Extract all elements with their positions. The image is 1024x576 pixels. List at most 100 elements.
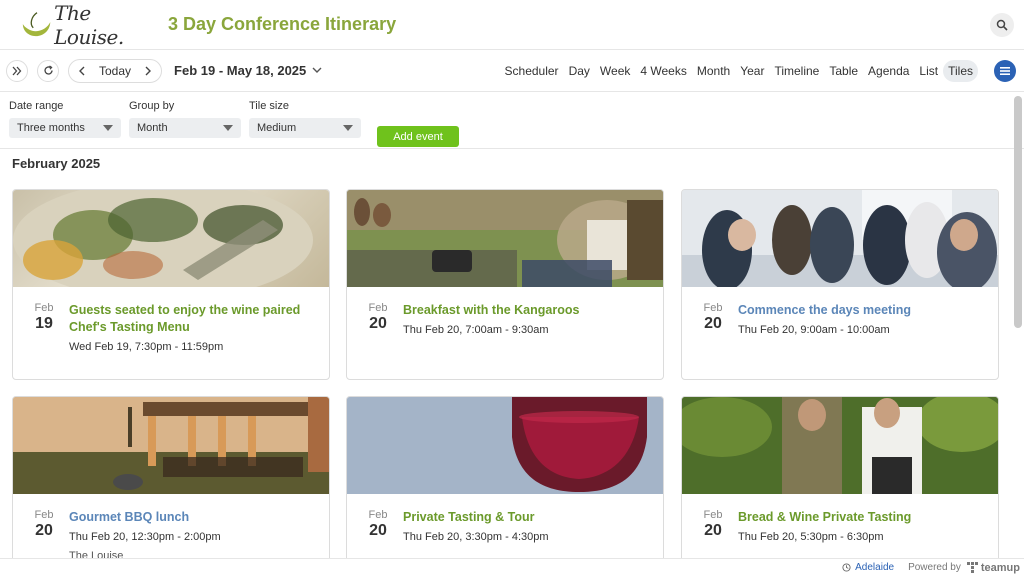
event-tile-body: Feb 19 Guests seated to enjoy the wine p… [13,287,329,379]
logo[interactable]: The Louise. [20,1,160,49]
event-details: Guests seated to enjoy the wine paired C… [69,302,329,379]
event-details: Breakfast with the Kangaroos Thu Feb 20,… [403,302,663,379]
event-time: Wed Feb 19, 7:30pm - 11:59pm [69,341,224,353]
footer: Adelaide Powered by teamup [0,558,1024,576]
event-tile[interactable]: Feb 19 Guests seated to enjoy the wine p… [12,189,330,380]
event-title: Guests seated to enjoy the wine paired C… [69,303,301,334]
next-button[interactable] [139,66,157,76]
logo-text: The Louise. [54,0,124,49]
event-details: Commence the days meeting Thu Feb 20, 9:… [738,302,998,379]
business-meeting-image [682,190,998,287]
pergola-terrace-image [13,397,329,494]
timezone-link[interactable]: Adelaide [842,562,894,573]
timezone-label: Adelaide [855,562,895,573]
group-by-filter-label: Group by [129,100,175,112]
caret-down-icon [343,125,353,131]
teamup-brand-text: teamup [980,561,1020,574]
search-icon [996,19,1008,31]
event-day: 20 [369,315,387,332]
view-timeline[interactable]: Timeline [769,60,824,82]
group-by-filter: Group by Month [129,100,241,138]
date-range-filter-label: Date range [9,100,64,112]
event-title: Breakfast with the Kangaroos [403,303,580,317]
event-time: Thu Feb 20, 12:30pm - 2:00pm [69,531,221,543]
expand-sidebar-button[interactable] [6,59,28,82]
event-day: 20 [35,522,53,539]
date-range-select[interactable]: Three months [9,118,121,138]
vineyard-tasting-image [682,397,998,494]
event-day: 20 [704,315,722,332]
add-event-button[interactable]: Add event [377,126,459,147]
search-button[interactable] [990,12,1014,37]
event-image-bbq [13,397,329,494]
teamup-brand-link[interactable]: teamup [966,561,1020,574]
event-image-wine-glass [347,397,663,494]
view-agenda[interactable]: Agenda [863,60,914,82]
event-title: Commence the days meeting [738,303,911,317]
view-scheduler[interactable]: Scheduler [500,60,564,82]
chevron-down-icon [312,67,322,73]
date-range-select-value: Three months [17,122,85,134]
today-button[interactable]: Today [91,64,139,78]
view-switcher: Scheduler Day Week 4 Weeks Month Year Ti… [500,59,1016,82]
event-month: Feb [34,509,54,521]
group-by-select[interactable]: Month [129,118,241,138]
event-tile[interactable]: Feb 20 Bread & Wine Private Tasting Thu … [681,396,999,576]
dish-image [13,190,313,287]
caret-down-icon [223,125,233,131]
app-header: The Louise. 3 Day Conference Itinerary [0,0,1024,50]
powered-by-label: Powered by [908,562,961,573]
month-group-title: February 2025 [12,156,101,171]
tile-size-filter: Tile size Medium [249,100,361,138]
event-month: Feb [703,509,723,521]
view-tiles[interactable]: Tiles [943,59,978,82]
event-date: Feb 20 [361,302,395,379]
view-list[interactable]: List [914,60,943,82]
date-range-label: Feb 19 - May 18, 2025 [174,63,307,78]
refresh-button[interactable] [37,59,59,82]
event-tile[interactable]: Feb 20 Commence the days meeting Thu Feb… [681,189,999,380]
clock-icon [842,563,851,572]
tile-size-filter-label: Tile size [249,100,289,112]
view-year[interactable]: Year [735,60,769,82]
kangaroo-picnic-image [347,190,663,287]
main-menu-button[interactable] [994,59,1016,82]
view-day[interactable]: Day [564,60,595,82]
hamburger-menu-icon [1000,66,1010,75]
event-tile[interactable]: Feb 20 Breakfast with the Kangaroos Thu … [346,189,664,380]
event-time: Thu Feb 20, 3:30pm - 4:30pm [403,531,549,543]
view-week[interactable]: Week [595,60,635,82]
double-chevron-right-icon [12,66,22,75]
group-by-select-value: Month [137,122,168,134]
event-title: Bread & Wine Private Tasting [738,510,912,524]
event-month: Feb [368,509,388,521]
tile-filters: Date range Three months Group by Month T… [0,92,1024,149]
event-day: 20 [369,522,387,539]
caret-down-icon [103,125,113,131]
vertical-scrollbar[interactable] [1014,96,1022,328]
event-month: Feb [34,302,54,314]
date-range-picker[interactable]: Feb 19 - May 18, 2025 [174,63,322,78]
event-day: 20 [704,522,722,539]
leaf-logo-icon [22,11,51,36]
calendar-toolbar: Today Feb 19 - May 18, 2025 Scheduler Da… [0,50,1024,92]
event-day: 19 [35,315,53,332]
event-image-vineyard [682,397,998,494]
event-image-kangaroos [347,190,663,287]
teamup-logo-icon [966,562,978,573]
event-tile[interactable]: Feb 20 Gourmet BBQ lunch Thu Feb 20, 12:… [12,396,330,576]
view-4-weeks[interactable]: 4 Weeks [635,60,691,82]
chevron-left-icon [79,66,85,75]
previous-button[interactable] [73,66,91,76]
event-title: Private Tasting & Tour [403,510,535,524]
event-tile[interactable]: Feb 20 Private Tasting & Tour Thu Feb 20… [346,396,664,576]
wine-glass-image [347,397,663,494]
event-time: Thu Feb 20, 5:30pm - 6:30pm [738,531,884,543]
event-image-meeting [682,190,998,287]
event-time: Thu Feb 20, 7:00am - 9:30am [403,324,549,336]
tile-size-select[interactable]: Medium [249,118,361,138]
view-table[interactable]: Table [824,60,863,82]
date-range-filter: Date range Three months [9,100,121,138]
chevron-right-icon [145,66,152,75]
view-month[interactable]: Month [692,60,735,82]
